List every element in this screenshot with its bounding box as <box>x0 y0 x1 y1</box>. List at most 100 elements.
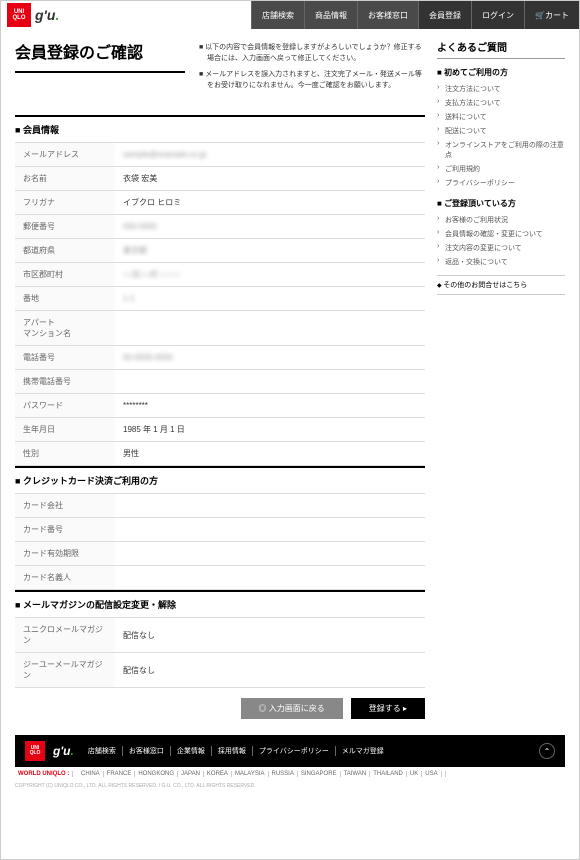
world-links: WORLD UNIQLO : CHINAFRANCEHONGKONGJAPANK… <box>1 767 579 781</box>
sidebar-link[interactable]: 会員情報の確認・変更について <box>437 227 565 241</box>
country-link[interactable]: RUSSIA <box>269 771 298 777</box>
country-link[interactable]: UK <box>407 771 422 777</box>
form-row: 生年月日1985 年 1 月 1 日 <box>15 418 425 442</box>
form-label: アパートマンション名 <box>15 311 115 346</box>
form-value: イブクロ ヒロミ <box>115 191 425 215</box>
credit-table: カード会社カード番号カード有効期限カード名義人 <box>15 493 425 590</box>
footer-link[interactable]: 店舗検索 <box>82 746 123 756</box>
gu-logo[interactable]: g'u. <box>35 7 59 23</box>
mailmag-table: ユニクロメールマガジン配信なしジーユーメールマガジン配信なし <box>15 617 425 688</box>
form-row: 番地1-1 <box>15 287 425 311</box>
world-label: WORLD UNIQLO : <box>15 771 73 777</box>
member-info-table: メールアドレスsample@example.co.jpお名前衣袋 宏美フリガナイ… <box>15 142 425 466</box>
sidebar-link[interactable]: 返品・交換について <box>437 255 565 269</box>
sidebar-link[interactable]: 配送について <box>437 124 565 138</box>
country-link[interactable]: TAIWAN <box>341 771 371 777</box>
form-row: 性別男性 <box>15 442 425 466</box>
nav-products[interactable]: 商品情報 <box>304 1 357 29</box>
footer-link[interactable]: お客様窓口 <box>123 746 171 756</box>
form-row: カード会社 <box>15 494 425 518</box>
nav-register[interactable]: 会員登録 <box>418 1 471 29</box>
form-row: カード名義人 <box>15 566 425 590</box>
form-label: フリガナ <box>15 191 115 215</box>
sidebar-subheading: 初めてご利用の方 <box>437 67 565 78</box>
country-link[interactable]: THAILAND <box>370 771 407 777</box>
form-label: パスワード <box>15 394 115 418</box>
form-label: ユニクロメールマガジン <box>15 618 115 653</box>
sidebar-title: よくあるご質問 <box>437 39 565 59</box>
sidebar-link[interactable]: お客様のご利用状況 <box>437 213 565 227</box>
footer-link[interactable]: プライバシーポリシー <box>253 746 336 756</box>
submit-button[interactable]: 登録する ▸ <box>351 698 425 719</box>
form-label: カード会社 <box>15 494 115 518</box>
form-value <box>115 566 425 590</box>
form-label: 郵便番号 <box>15 215 115 239</box>
country-link[interactable]: JAPAN <box>178 771 204 777</box>
form-value: 衣袋 宏美 <box>115 167 425 191</box>
form-label: 都道府県 <box>15 239 115 263</box>
sidebar-link[interactable]: プライバシーポリシー <box>437 176 565 190</box>
form-row: パスワード******** <box>15 394 425 418</box>
country-link[interactable]: USA <box>422 771 441 777</box>
form-value: ○○区○○町 ○-○-○ <box>115 263 425 287</box>
form-row: カード番号 <box>15 518 425 542</box>
sidebar-link[interactable]: 注文内容の変更について <box>437 241 565 255</box>
section-credit: クレジットカード決済ご利用の方 <box>15 466 425 493</box>
footer-link[interactable]: メルマガ登録 <box>336 746 390 756</box>
country-link[interactable]: MALAYSIA <box>232 771 269 777</box>
form-value: 000-0000 <box>115 215 425 239</box>
country-link[interactable]: HONGKONG <box>135 771 178 777</box>
button-row: ◎ 入力画面に戻る 登録する ▸ <box>15 688 425 735</box>
sidebar-link[interactable]: ご利用規約 <box>437 162 565 176</box>
sidebar-link[interactable]: 支払方法について <box>437 96 565 110</box>
form-row: カード有効期限 <box>15 542 425 566</box>
form-label: カード番号 <box>15 518 115 542</box>
form-label: お名前 <box>15 167 115 191</box>
footer-link[interactable]: 採用情報 <box>212 746 253 756</box>
nav-login[interactable]: ログイン <box>471 1 524 29</box>
footer-gu-logo[interactable]: g'u. <box>53 744 74 758</box>
country-link[interactable]: KOREA <box>204 771 232 777</box>
form-value: sample@example.co.jp <box>115 143 425 167</box>
sidebar-link[interactable]: 注文方法について <box>437 82 565 96</box>
country-link[interactable]: SINGAPORE <box>298 771 341 777</box>
page-title: 会員登録のご確認 <box>15 39 185 73</box>
form-label: カード名義人 <box>15 566 115 590</box>
form-row: ジーユーメールマガジン配信なし <box>15 653 425 688</box>
sidebar-link[interactable]: 送料について <box>437 110 565 124</box>
form-row: ユニクロメールマガジン配信なし <box>15 618 425 653</box>
nav-support[interactable]: お客様窓口 <box>357 1 418 29</box>
footer-link[interactable]: 企業情報 <box>171 746 212 756</box>
country-link[interactable]: CHINA <box>78 771 104 777</box>
back-button[interactable]: ◎ 入力画面に戻る <box>241 698 343 719</box>
sidebar-other-link[interactable]: その他のお問合せはこちら <box>437 275 565 295</box>
form-row: メールアドレスsample@example.co.jp <box>15 143 425 167</box>
country-link[interactable]: FRANCE <box>104 771 136 777</box>
form-row: 郵便番号000-0000 <box>15 215 425 239</box>
nav-cart[interactable]: 🛒 カート <box>524 1 579 29</box>
form-row: フリガナイブクロ ヒロミ <box>15 191 425 215</box>
main-content: 会員登録のご確認 以下の内容で会員情報を登録しますがよろしいでしょうか？修正する… <box>15 39 425 735</box>
form-row: 市区郡町村○○区○○町 ○-○-○ <box>15 263 425 287</box>
form-row: 携帯電話番号 <box>15 370 425 394</box>
form-row: 都道府県東京都 <box>15 239 425 263</box>
sidebar-link[interactable]: オンラインストアをご利用の際の注意点 <box>437 138 565 162</box>
form-label: 市区郡町村 <box>15 263 115 287</box>
form-value <box>115 518 425 542</box>
cart-icon: 🛒 <box>535 11 545 20</box>
notice-item: 以下の内容で会員情報を登録しますがよろしいでしょうか？修正する場合には、入力画面… <box>199 43 425 64</box>
form-row: アパートマンション名 <box>15 311 425 346</box>
footer-uniqlo-logo[interactable]: UNIQLO <box>25 741 45 761</box>
notice-list: 以下の内容で会員情報を登録しますがよろしいでしょうか？修正する場合には、入力画面… <box>199 39 425 97</box>
nav-stores[interactable]: 店舗検索 <box>251 1 304 29</box>
top-nav: 店舗検索 商品情報 お客様窓口 会員登録 ログイン 🛒 カート <box>251 1 579 29</box>
copyright: COPYRIGHT (C) UNIQLO CO., LTD. ALL RIGHT… <box>1 781 579 791</box>
notice-item: メールアドレスを誤入力されますと、注文完了メール・発送メール等をお受け取りになれ… <box>199 70 425 91</box>
form-row: お名前衣袋 宏美 <box>15 167 425 191</box>
scroll-top-button[interactable]: ⌃ <box>539 743 555 759</box>
sidebar-list: お客様のご利用状況会員情報の確認・変更について注文内容の変更について返品・交換に… <box>437 213 565 269</box>
form-value: 1985 年 1 月 1 日 <box>115 418 425 442</box>
uniqlo-logo[interactable]: UNIQLO <box>7 3 31 27</box>
form-value: 配信なし <box>115 653 425 688</box>
form-value: 配信なし <box>115 618 425 653</box>
